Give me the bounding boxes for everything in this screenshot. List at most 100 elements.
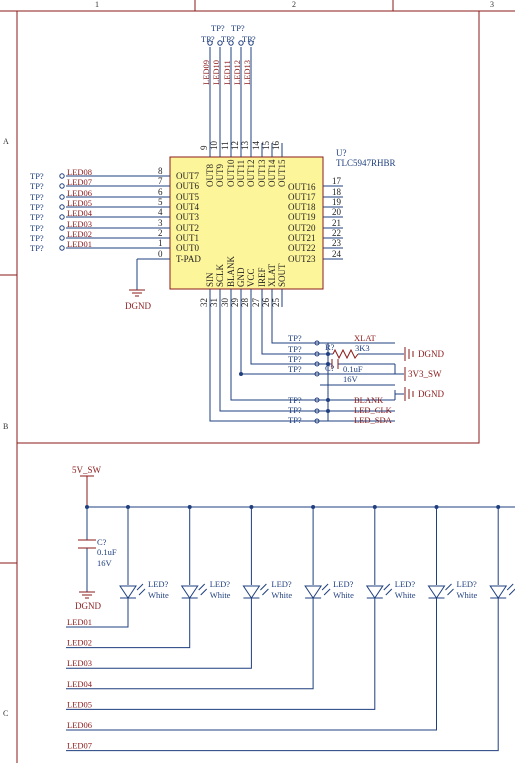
bottom-pin-name: IREF [257, 267, 267, 287]
junction-dot [85, 505, 89, 509]
schematic-canvas: 1 2 3 A B C U? TLC5947RHBR OUT7 8 TP? LED08… [0, 0, 515, 763]
bottom-pin-name: SOUT [277, 263, 287, 287]
testpoint-label: TP? [288, 405, 302, 415]
testpoint-label: TP? [288, 344, 302, 354]
testpoint-label: TP? [30, 202, 44, 212]
left-pin-name: T-PAD [176, 254, 201, 264]
testpoint-circle [59, 173, 65, 179]
led-diode-triangle [180, 585, 199, 599]
ic-part-number: TLC5947RHBR [336, 158, 396, 168]
resistor-designator: R? [325, 342, 335, 352]
right-pin-name: OUT17 [288, 192, 316, 202]
led-emission-arrow [321, 583, 329, 591]
left-pin-number: 0 [158, 249, 163, 259]
left-pin-name: OUT0 [176, 243, 199, 253]
v5-rail [80, 475, 515, 592]
right-pin-name: OUT16 [288, 182, 316, 192]
v5-sw-label: 5V_SW [72, 465, 102, 475]
top-net-label: LED12 [232, 60, 242, 85]
junction-dot [496, 505, 501, 509]
left-pin-number: 4 [158, 207, 163, 217]
net-label-blank: BLANK [354, 395, 384, 405]
right-pin-name: OUT21 [288, 233, 316, 243]
testpoint-label: TP? [211, 23, 225, 33]
junction-dot [434, 505, 439, 509]
left-pin-number: 3 [158, 218, 163, 228]
right-pin-name: OUT18 [288, 202, 316, 212]
testpoint-label: TP? [288, 354, 302, 364]
top-pin-number: 15 [261, 141, 271, 151]
right-pin-number: 22 [332, 228, 341, 238]
row-label-b: B [3, 422, 8, 431]
testpoint-label: TP? [30, 181, 44, 191]
top-pin-number: 9 [199, 145, 209, 150]
led-diode-triangle [119, 585, 137, 599]
led-color: White [395, 590, 416, 600]
top-pin-name: OUT10 [226, 159, 236, 187]
testpoint-label: TP? [30, 243, 44, 253]
ic-top-pins: OUT8 9 LED09 OUT9 10 LED10 OUT10 11 LED11 OUT1… [199, 40, 287, 187]
testpoint-label: TP? [231, 23, 245, 33]
left-net-label: LED07 [67, 177, 92, 187]
led-emission-arrow [447, 588, 454, 596]
ic-left-pins: OUT7 8 TP? LED08 OUT6 7 TP? LED07 OUT5 6 TP? LED0… [30, 166, 201, 264]
testpoint-label: TP? [242, 34, 256, 44]
led-designator: LED? [271, 579, 292, 589]
bottom-pin-name: SCLK [215, 263, 225, 287]
junction-dot [249, 505, 254, 509]
capacitor-voltage-top: 16V [343, 374, 359, 384]
bottom-ground-symbol [79, 591, 95, 599]
led-emission-arrow [138, 588, 146, 596]
top-net-label: LED11 [222, 60, 232, 85]
bottom-pin-name: GND [236, 267, 246, 287]
led-3: LED?WhiteLED03 [66, 505, 292, 669]
led-5: LED?WhiteLED05 [66, 505, 416, 710]
top-net-label: LED09 [201, 60, 211, 85]
right-pin-name: OUT22 [288, 243, 316, 253]
left-pin-name: OUT4 [176, 202, 199, 212]
column-label-2: 2 [292, 0, 296, 9]
capacitor-designator-bottom: C? [97, 537, 107, 547]
top-pin-number: 14 [251, 141, 261, 151]
top-pin-name: OUT8 [205, 164, 215, 187]
led-emission-arrow [260, 583, 267, 591]
junction-dot [311, 505, 316, 509]
top-pin-name: OUT9 [215, 164, 225, 187]
testpoint-label: TP? [221, 34, 235, 44]
right-pin-number: 20 [332, 207, 342, 217]
led-cathode-wire [66, 598, 499, 752]
dgnd-port-label-1: DGND [418, 349, 444, 359]
led-net-label: LED06 [67, 720, 92, 730]
bottom-ground-label: DGND [75, 601, 101, 611]
testpoint-label: TP? [288, 333, 302, 343]
led-designator: LED? [395, 579, 416, 589]
led-designator: LED? [148, 579, 169, 589]
top-pin-name: OUT13 [257, 159, 267, 187]
led-array: LED?WhiteLED01LED?WhiteLED02LED?WhiteLED… [66, 505, 515, 752]
led-designator: LED? [210, 579, 231, 589]
bottom-pin-number: 27 [251, 298, 261, 308]
led-net-label: LED04 [67, 679, 93, 689]
left-net-label: LED01 [67, 239, 92, 249]
left-pin-number: 6 [158, 187, 163, 197]
tpad-ground-symbol [129, 259, 145, 297]
bottom-pin-number: 32 [199, 298, 209, 307]
led-emission-arrow [323, 588, 331, 596]
testpoint-label: TP? [30, 212, 44, 222]
led-cathode-wire [66, 598, 376, 710]
junction-dot [187, 505, 192, 509]
bottom-pin-name: BLANK [226, 256, 236, 287]
led-emission-arrow [385, 588, 393, 596]
right-pin-number: 18 [332, 187, 342, 197]
left-pin-name: OUT2 [176, 223, 199, 233]
testpoint-circle [59, 183, 65, 189]
bottom-pin-name: SIN [205, 272, 215, 287]
left-pin-number: 1 [158, 238, 163, 248]
led-color: White [210, 590, 231, 600]
led-net-label: LED03 [67, 658, 92, 668]
v3-sw-port-label: 3V3_SW [408, 369, 442, 379]
testpoint-circle [59, 204, 65, 210]
led-designator: LED? [333, 579, 354, 589]
led-emission-arrow [508, 588, 515, 596]
bottom-pin-name: VCC [246, 268, 256, 287]
